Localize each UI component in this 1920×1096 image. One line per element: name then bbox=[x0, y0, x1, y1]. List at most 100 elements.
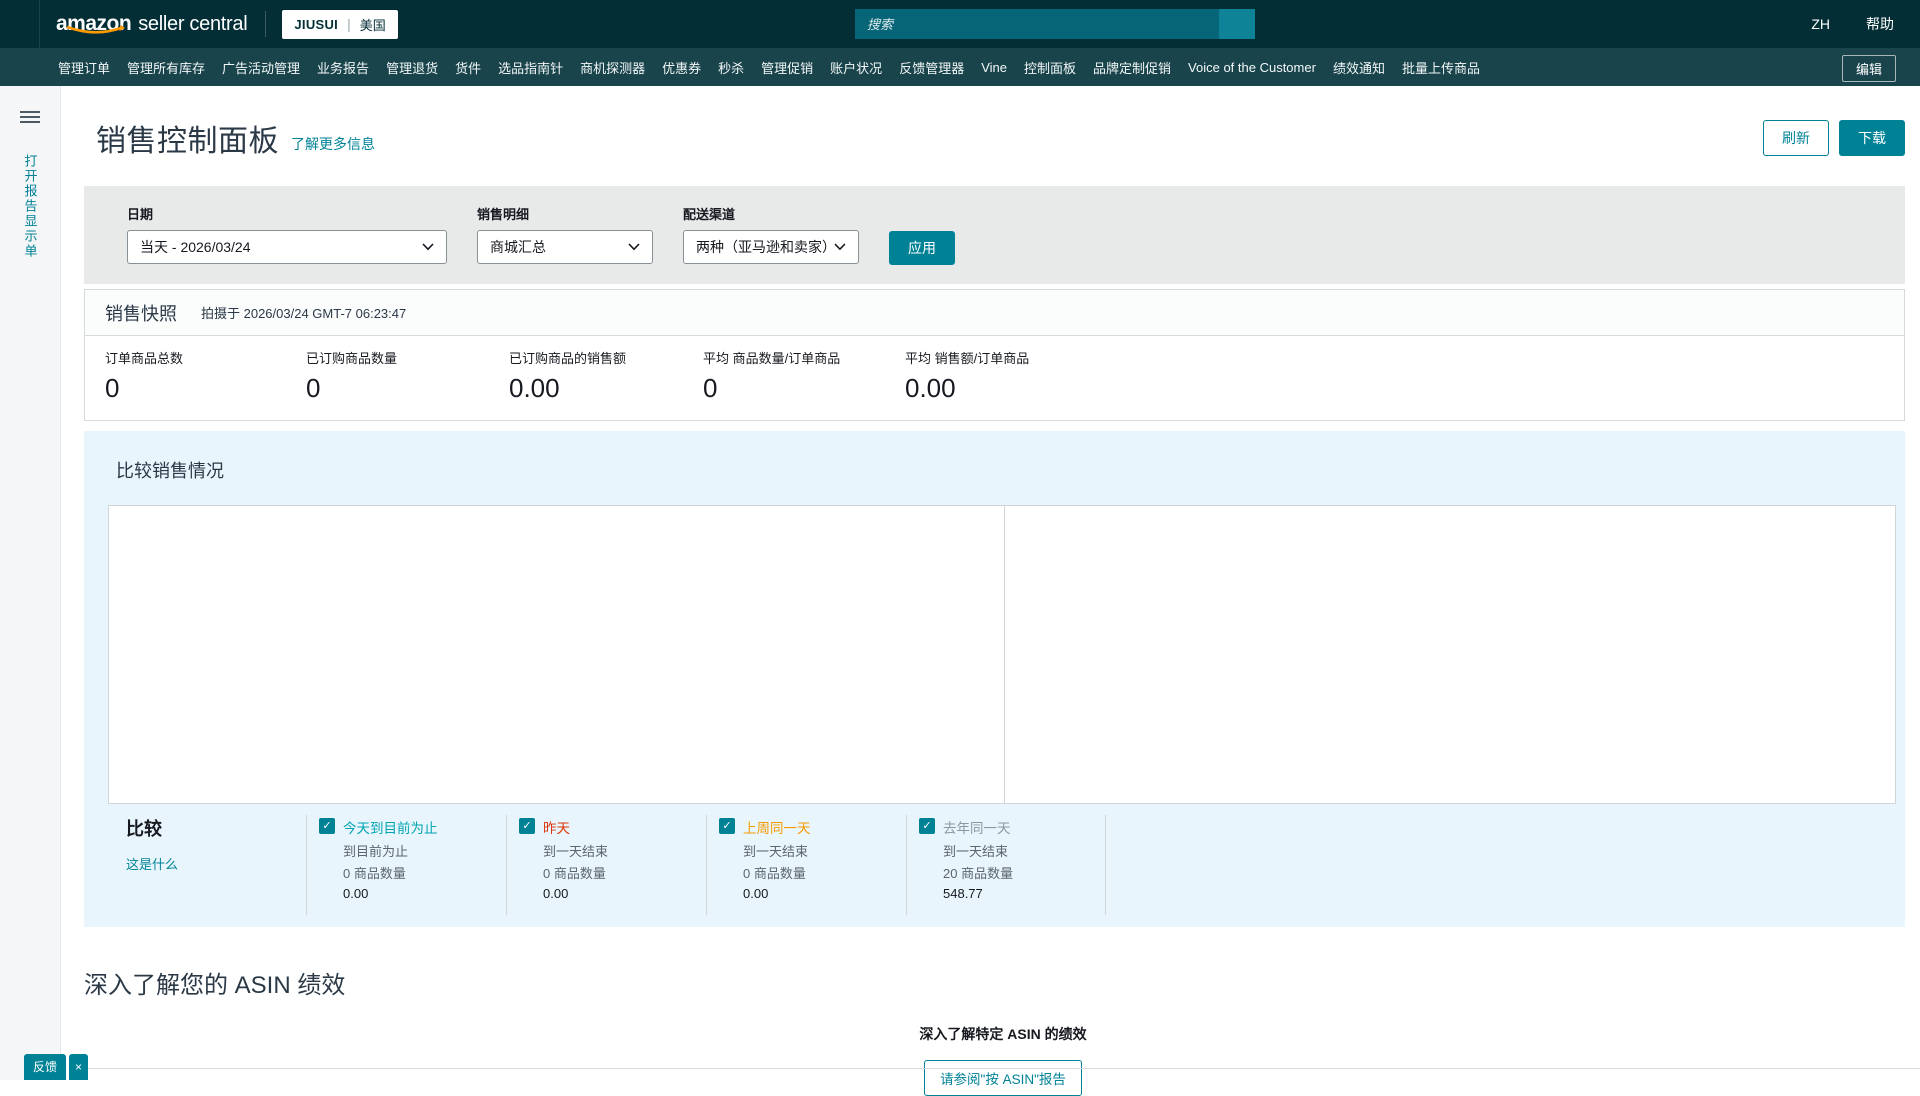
last-year-checkbox[interactable]: ✓ bbox=[919, 818, 935, 834]
feedback-widget: 反馈 × bbox=[24, 1054, 89, 1080]
left-sidebar: 打开报告显示单 bbox=[0, 86, 61, 1080]
sales-breakdown-filter: 销售明细 商城汇总 bbox=[477, 204, 653, 264]
nav-item-brand-tailored-promotions[interactable]: 品牌定制促销 bbox=[1093, 58, 1171, 77]
learn-more-link[interactable]: 了解更多信息 bbox=[291, 134, 375, 154]
sales-breakdown-value: 商城汇总 bbox=[490, 239, 546, 255]
account-switcher[interactable]: JIUSUI | 美国 bbox=[282, 9, 398, 39]
date-filter: 日期 当天 - 2026/03/24 bbox=[127, 204, 447, 264]
stat-avg-sales-per-order: 平均 销售额/订单商品 0.00 bbox=[905, 351, 1030, 403]
fulfillment-channel-value: 两种（亚马逊和卖家） bbox=[696, 239, 836, 255]
amazon-smile-icon bbox=[66, 25, 126, 34]
compare-label: 比较 bbox=[126, 819, 162, 839]
nav-item-bulk-upload[interactable]: 批量上传商品 bbox=[1402, 58, 1480, 77]
snapshot-header: 销售快照 拍摄于 2026/03/24 GMT-7 06:23:47 bbox=[85, 290, 1904, 336]
what-is-this-link[interactable]: 这是什么 bbox=[126, 854, 306, 873]
chevron-down-icon bbox=[834, 243, 846, 251]
search-button[interactable] bbox=[1219, 9, 1255, 39]
stat-avg-units-per-order: 平均 商品数量/订单商品 0 bbox=[703, 351, 841, 403]
date-select-value: 当天 - 2026/03/24 bbox=[140, 239, 251, 255]
hamburger-menu-icon[interactable] bbox=[20, 108, 40, 126]
series-same-day-last-year: ✓ 去年同一天 到一天结束 20 商品数量 548.77 bbox=[906, 815, 1106, 915]
check-icon: ✓ bbox=[922, 820, 932, 832]
title-row: 销售控制面板 了解更多信息 刷新 下载 bbox=[61, 86, 1920, 160]
help-link[interactable]: 帮助 bbox=[1866, 14, 1894, 34]
date-select[interactable]: 当天 - 2026/03/24 bbox=[127, 230, 447, 264]
apply-button[interactable]: 应用 bbox=[889, 231, 955, 265]
nav-item-manage-promotions[interactable]: 管理促销 bbox=[761, 58, 813, 77]
feedback-button[interactable]: 反馈 bbox=[24, 1054, 67, 1080]
sales-breakdown-label: 销售明细 bbox=[477, 207, 530, 222]
last-week-checkbox[interactable]: ✓ bbox=[719, 818, 735, 834]
nav-item-manage-returns[interactable]: 管理退货 bbox=[386, 58, 438, 77]
language-switcher[interactable]: ZH bbox=[1811, 16, 1830, 32]
compare-legend-row: 比较 这是什么 ✓ 今天到目前为止 到目前为止 0 商品数量 0.00 ✓ 昨天 bbox=[108, 815, 1106, 915]
check-icon: ✓ bbox=[322, 820, 332, 832]
account-separator: | bbox=[347, 16, 351, 32]
nav-item-manage-inventory[interactable]: 管理所有库存 bbox=[127, 58, 205, 77]
asin-subheading: 深入了解特定 ASIN 的绩效 bbox=[919, 1026, 1087, 1042]
today-checkbox[interactable]: ✓ bbox=[319, 818, 335, 834]
title-actions: 刷新 下载 bbox=[1763, 120, 1905, 156]
compare-head: 比较 这是什么 bbox=[108, 815, 306, 915]
header-divider bbox=[265, 11, 267, 37]
nav-item-coupons[interactable]: 优惠券 bbox=[662, 58, 701, 77]
nav-item-voice-of-the-customer[interactable]: Voice of the Customer bbox=[1188, 60, 1316, 75]
nav-item-campaign-manager[interactable]: 广告活动管理 bbox=[222, 58, 300, 77]
nav-item-business-reports[interactable]: 业务报告 bbox=[317, 58, 369, 77]
top-header-bar: amazon seller central JIUSUI | 美国 ZH 帮助 bbox=[0, 0, 1920, 48]
nav-item-shipments[interactable]: 货件 bbox=[455, 58, 481, 77]
sales-snapshot-section: 销售快照 拍摄于 2026/03/24 GMT-7 06:23:47 订单商品总… bbox=[84, 289, 1905, 421]
fulfillment-channel-label: 配送渠道 bbox=[683, 207, 736, 222]
search-input[interactable] bbox=[855, 9, 1219, 39]
stat-ordered-product-sales: 已订购商品的销售额 0.00 bbox=[509, 351, 627, 403]
check-icon: ✓ bbox=[522, 820, 532, 832]
header-corner-zone bbox=[0, 0, 40, 48]
stat-total-order-items: 订单商品总数 0 bbox=[105, 351, 184, 403]
nav-item-vine[interactable]: Vine bbox=[981, 60, 1007, 75]
download-button[interactable]: 下载 bbox=[1839, 120, 1905, 156]
series-today: ✓ 今天到目前为止 到目前为止 0 商品数量 0.00 bbox=[306, 815, 506, 915]
chevron-down-icon bbox=[422, 243, 434, 251]
by-asin-report-button[interactable]: 请参阅"按 ASIN"报告 bbox=[924, 1060, 1082, 1096]
series-yesterday: ✓ 昨天 到一天结束 0 商品数量 0.00 bbox=[506, 815, 706, 915]
snapshot-stats-row: 订单商品总数 0 已订购商品数量 0 已订购商品的销售额 0.00 平均 商品数… bbox=[85, 336, 1904, 420]
nav-item-dashboard[interactable]: 控制面板 bbox=[1024, 58, 1076, 77]
close-icon: × bbox=[75, 1059, 83, 1074]
fulfillment-channel-filter: 配送渠道 两种（亚马逊和卖家） bbox=[683, 204, 859, 264]
main-content: 销售控制面板 了解更多信息 刷新 下载 日期 当天 - 2026/03/24 销… bbox=[61, 86, 1920, 1096]
stat-units-ordered: 已订购商品数量 0 bbox=[306, 351, 398, 403]
open-report-flyout-tab[interactable]: 打开报告显示单 bbox=[21, 154, 40, 259]
account-name: JIUSUI bbox=[294, 16, 339, 32]
fulfillment-channel-select[interactable]: 两种（亚马逊和卖家） bbox=[683, 230, 859, 264]
date-filter-label: 日期 bbox=[127, 207, 154, 222]
filter-panel: 日期 当天 - 2026/03/24 销售明细 商城汇总 配送渠道 两种（亚马逊… bbox=[84, 186, 1905, 284]
nav-item-manage-orders[interactable]: 管理订单 bbox=[58, 58, 110, 77]
global-search bbox=[855, 9, 1255, 39]
nav-item-opportunity-explorer[interactable]: 商机探测器 bbox=[580, 58, 645, 77]
amazon-logo[interactable]: amazon seller central bbox=[56, 12, 248, 36]
series-same-day-last-week: ✓ 上周同一天 到一天结束 0 商品数量 0.00 bbox=[706, 815, 906, 915]
main-nav-bar: 管理订单 管理所有库存 广告活动管理 业务报告 管理退货 货件 选品指南针 商机… bbox=[0, 48, 1920, 86]
compare-panel-title: 比较销售情况 bbox=[116, 461, 224, 481]
page-title: 销售控制面板 bbox=[96, 125, 279, 158]
sales-chart-area bbox=[108, 505, 1896, 804]
nav-item-account-health[interactable]: 账户状况 bbox=[830, 58, 882, 77]
sales-breakdown-select[interactable]: 商城汇总 bbox=[477, 230, 653, 264]
refresh-button[interactable]: 刷新 bbox=[1763, 120, 1829, 156]
nav-item-feedback-manager[interactable]: 反馈管理器 bbox=[899, 58, 964, 77]
nav-item-performance-notifications[interactable]: 绩效通知 bbox=[1333, 58, 1385, 77]
feedback-close-button[interactable]: × bbox=[69, 1054, 89, 1080]
snapshot-timestamp: 拍摄于 2026/03/24 GMT-7 06:23:47 bbox=[201, 306, 407, 321]
yesterday-checkbox[interactable]: ✓ bbox=[519, 818, 535, 834]
chart-panel-divider bbox=[1004, 506, 1005, 803]
asin-section-heading: 深入了解您的 ASIN 绩效 bbox=[84, 972, 346, 999]
header-right-links: ZH 帮助 bbox=[1811, 14, 1920, 34]
nav-item-product-opportunity[interactable]: 选品指南针 bbox=[498, 58, 563, 77]
nav-item-deals[interactable]: 秒杀 bbox=[718, 58, 744, 77]
chevron-down-icon bbox=[628, 243, 640, 251]
seller-central-logo-text: seller central bbox=[138, 13, 248, 35]
marketplace-name: 美国 bbox=[359, 17, 386, 33]
check-icon: ✓ bbox=[722, 820, 732, 832]
footer-divider bbox=[88, 1068, 1920, 1069]
nav-edit-button[interactable]: 编辑 bbox=[1841, 55, 1896, 82]
